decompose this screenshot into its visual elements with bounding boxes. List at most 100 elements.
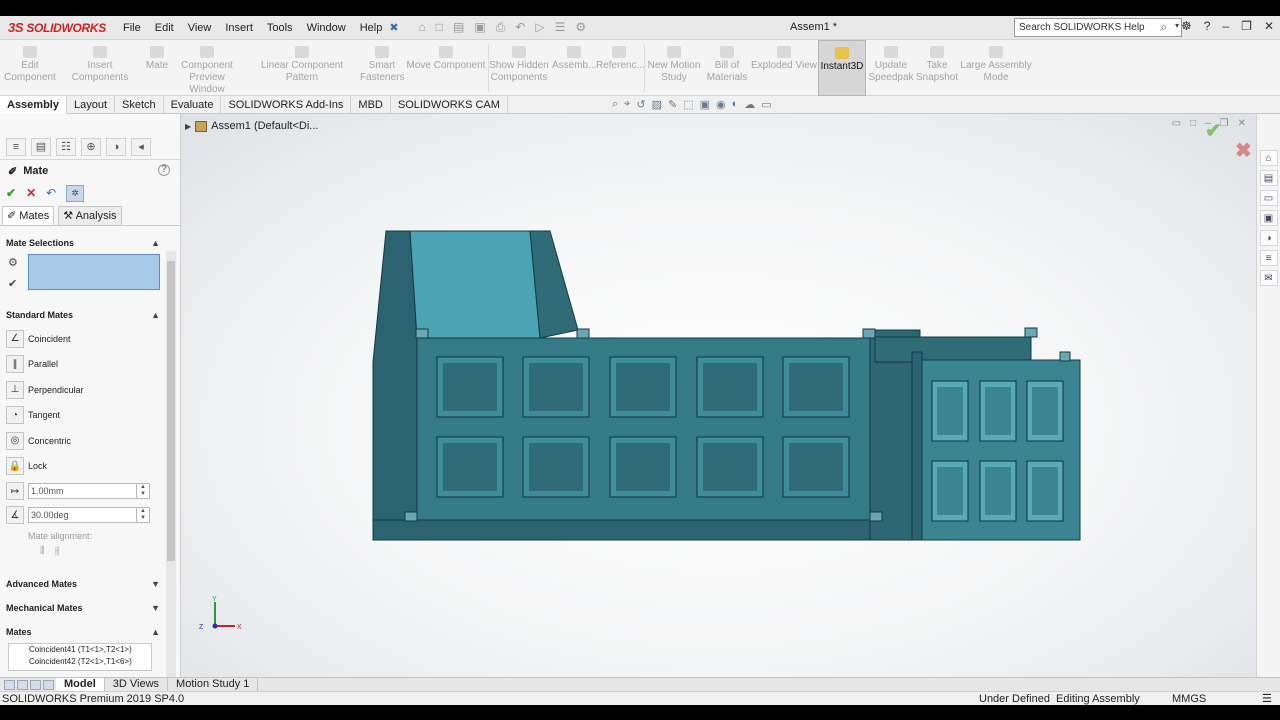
- select-icon[interactable]: ▷: [535, 20, 544, 35]
- tab-mbd[interactable]: MBD: [351, 96, 391, 114]
- tab-evaluate[interactable]: Evaluate: [164, 96, 222, 114]
- anti-aligned-icon[interactable]: ⫵: [55, 545, 60, 565]
- scrollbar-thumb[interactable]: [167, 261, 175, 561]
- first-tab-icon[interactable]: [4, 679, 15, 690]
- help-icon[interactable]: ?: [158, 164, 170, 176]
- tab-layout[interactable]: Layout: [67, 96, 116, 114]
- edit-appearance-icon[interactable]: ◐: [732, 98, 739, 111]
- design-library-icon[interactable]: ▤: [1259, 170, 1278, 186]
- list-item[interactable]: Coincident42 (T2<1>,T1<6>): [29, 656, 151, 668]
- solidworks-logo[interactable]: 3S SOLIDWORKS: [0, 16, 110, 40]
- search-help-box[interactable]: Search SOLIDWORKS Help ⌕ ▾: [1014, 18, 1182, 37]
- new-document-icon[interactable]: □: [436, 20, 443, 35]
- appearances-icon[interactable]: ◑: [1259, 230, 1278, 246]
- menu-file[interactable]: File: [116, 22, 148, 34]
- mate-perpendicular[interactable]: ⊥ Perpendicular: [0, 377, 180, 403]
- insert-components-button[interactable]: Insert Components: [58, 40, 142, 96]
- bill-of-materials-button[interactable]: Bill of Materials: [704, 40, 750, 96]
- forum-icon[interactable]: ✉: [1259, 270, 1278, 286]
- section-view-icon[interactable]: ▨: [652, 98, 662, 111]
- menu-help[interactable]: Help: [353, 22, 390, 34]
- mates-list[interactable]: Coincident41 (T1<1>,T2<1>) Coincident42 …: [8, 643, 152, 671]
- status-quickinfo-icon[interactable]: ☰: [1262, 692, 1272, 706]
- collapse-chevron-icon[interactable]: ▲: [151, 627, 160, 637]
- keep-visible-pin-icon[interactable]: ✲: [66, 184, 85, 202]
- feature-manager-icon[interactable]: ≡: [6, 137, 26, 156]
- save-icon[interactable]: ▣: [474, 20, 485, 35]
- ok-check-icon[interactable]: ✔: [6, 186, 16, 200]
- mate-lock[interactable]: 🔒 Lock: [0, 454, 180, 480]
- section-mates[interactable]: Mates ▲: [0, 621, 180, 643]
- tab-cam[interactable]: SOLIDWORKS CAM: [391, 96, 508, 114]
- angle-input[interactable]: 30.00deg ▲ ▼: [28, 507, 150, 523]
- tab-motion-study[interactable]: Motion Study 1: [168, 678, 259, 691]
- distance-input[interactable]: 1.00mm ▲ ▼: [28, 483, 150, 499]
- reference-geometry-button[interactable]: Referenc...: [596, 40, 645, 96]
- panel-scrollbar[interactable]: [166, 251, 176, 681]
- pin-menu-icon[interactable]: ✖: [389, 21, 398, 34]
- exploded-view-button[interactable]: Exploded View: [750, 40, 818, 96]
- angle-icon[interactable]: ∡: [6, 506, 24, 524]
- menu-edit[interactable]: Edit: [148, 22, 181, 34]
- expand-chevron-icon[interactable]: ▼: [151, 603, 160, 613]
- section-mate-selections[interactable]: Mate Selections ▲: [0, 232, 180, 254]
- section-advanced-mates[interactable]: Advanced Mates ▼: [0, 573, 180, 595]
- solidworks-resources-icon[interactable]: ⌂: [1259, 150, 1278, 166]
- component-preview-button[interactable]: Component Preview Window: [172, 40, 242, 96]
- mate-concentric[interactable]: ◎ Concentric: [0, 428, 180, 454]
- menu-tools[interactable]: Tools: [260, 22, 300, 34]
- next-tab-icon[interactable]: [30, 679, 41, 690]
- dynamic-annotation-icon[interactable]: ✎: [668, 98, 677, 111]
- zoom-area-icon[interactable]: ⌖: [624, 98, 630, 111]
- print-icon[interactable]: ⎙: [496, 20, 506, 35]
- new-motion-study-button[interactable]: New Motion Study: [644, 40, 704, 96]
- search-dropdown-icon[interactable]: ▾: [1175, 21, 1179, 30]
- subtab-analysis[interactable]: ⚒ Analysis: [58, 206, 122, 225]
- show-hidden-button[interactable]: Show Hidden Components: [488, 40, 550, 96]
- assembly-features-button[interactable]: Assemb...: [552, 40, 596, 96]
- options-gear-icon[interactable]: ⚙: [575, 20, 586, 35]
- menu-insert[interactable]: Insert: [218, 22, 260, 34]
- property-manager-icon[interactable]: ▤: [31, 137, 51, 156]
- list-item[interactable]: Coincident41 (T1<1>,T2<1>): [29, 644, 151, 656]
- search-icon[interactable]: ⌕: [1160, 20, 1167, 35]
- move-component-button[interactable]: Move Component: [404, 40, 488, 96]
- tab-model[interactable]: Model: [56, 678, 105, 691]
- mate-tangent[interactable]: ◔ Tangent: [0, 403, 180, 429]
- hide-show-icon[interactable]: ◉: [716, 98, 726, 111]
- tab-addins[interactable]: SOLIDWORKS Add-Ins: [221, 96, 352, 114]
- user-icon[interactable]: ☸: [1181, 19, 1192, 33]
- distance-icon[interactable]: ↦: [6, 482, 24, 500]
- last-tab-icon[interactable]: [43, 679, 54, 690]
- dimxpert-manager-icon[interactable]: ⊕: [81, 137, 101, 156]
- angle-spinner-icon[interactable]: ▲ ▼: [136, 508, 149, 522]
- cancel-x-icon[interactable]: ✕: [26, 186, 36, 200]
- subtab-mates[interactable]: ✐ Mates: [2, 206, 55, 225]
- smart-fasteners-button[interactable]: Smart Fasteners: [360, 40, 404, 96]
- display-manager-icon[interactable]: ◑: [106, 137, 126, 156]
- open-icon[interactable]: ▤: [453, 20, 464, 35]
- graphics-area[interactable]: ▶ Assem1 (Default<Di... ▭ □ – ❐ ✕ ✔ ✖ Y …: [181, 114, 1256, 677]
- take-snapshot-button[interactable]: Take Snapshot: [914, 40, 960, 96]
- update-speedpak-button[interactable]: Update Speedpak: [868, 40, 914, 96]
- instant3d-button[interactable]: Instant3D: [818, 40, 866, 96]
- search-input[interactable]: Search SOLIDWORKS Help: [1019, 22, 1145, 33]
- undo-icon[interactable]: ↶: [46, 186, 56, 200]
- previous-view-icon[interactable]: ↺: [636, 98, 645, 111]
- tab-3d-views[interactable]: 3D Views: [105, 678, 169, 691]
- collapse-chevron-icon[interactable]: ▲: [151, 238, 160, 248]
- multiple-mate-icon[interactable]: ✔: [8, 277, 18, 290]
- mate-coincident[interactable]: ∠ Coincident: [0, 326, 180, 352]
- collapse-chevron-icon[interactable]: ▲: [151, 310, 160, 320]
- configuration-manager-icon[interactable]: ☷: [56, 137, 76, 156]
- rebuild-icon[interactable]: ☰: [555, 20, 566, 35]
- status-units[interactable]: MMGS: [1172, 692, 1206, 706]
- edit-component-button[interactable]: Edit Component: [2, 40, 58, 96]
- scene-icon[interactable]: ☁: [744, 98, 755, 111]
- aligned-icon[interactable]: ⫴: [40, 545, 45, 565]
- help-question-icon[interactable]: ?: [1204, 19, 1211, 33]
- expand-chevron-icon[interactable]: ▼: [151, 579, 160, 589]
- cam-manager-icon[interactable]: ◂: [131, 137, 151, 156]
- menu-view[interactable]: View: [181, 22, 219, 34]
- view-palette-icon[interactable]: ▣: [1259, 210, 1278, 226]
